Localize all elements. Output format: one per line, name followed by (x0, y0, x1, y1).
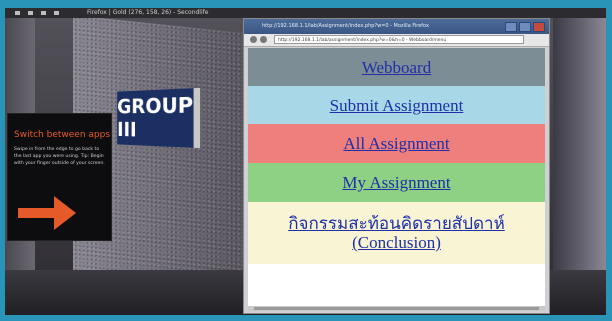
menu-item-submit-assignment[interactable]: Submit Assignment (248, 86, 545, 124)
menu-item-all-assignment[interactable]: All Assignment (248, 124, 545, 163)
back-icon[interactable] (250, 36, 257, 43)
browser-title: http://192.168.1.1/lab/Assignment/index.… (262, 23, 429, 29)
group-sign: GROUP III (117, 88, 194, 148)
forward-icon[interactable] (260, 36, 267, 43)
page-viewport: Webboard Submit Assignment All Assignmen… (248, 48, 545, 306)
menu-item-label: All Assignment (343, 134, 450, 153)
app-icon[interactable] (28, 11, 33, 15)
menu-item-label: Submit Assignment (329, 95, 464, 115)
app-icon[interactable] (41, 11, 46, 15)
close-button[interactable] (533, 22, 545, 32)
minimize-button[interactable] (505, 22, 517, 32)
browser-window: http://192.168.1.1/lab/Assignment/index.… (243, 18, 550, 314)
window-controls (505, 22, 545, 32)
menu-item-label: Webboard (361, 57, 432, 77)
taskbar: Firefox | Gold (276, 158, 26) - Secondli… (5, 8, 606, 18)
url-input[interactable]: http://192.168.1.1/lab/assignment/index.… (274, 35, 524, 44)
tip-title: Switch between apps (14, 130, 111, 140)
maximize-button[interactable] (519, 22, 531, 32)
app-icon[interactable] (15, 11, 20, 15)
scrollbar-thumb[interactable] (254, 307, 539, 310)
menu-item-label-thai: กิจกรรมสะท้อนคิดรายสัปดาห์ (288, 214, 505, 233)
browser-titlebar: http://192.168.1.1/lab/Assignment/index.… (244, 19, 549, 34)
arrow-right-icon (18, 196, 76, 230)
switch-apps-tip: Switch between apps Swipe in from the ed… (7, 113, 112, 241)
menu-item-label-conclusion: (Conclusion) (352, 233, 441, 252)
taskbar-icons (15, 11, 59, 15)
app-icon[interactable] (54, 11, 59, 15)
menu-item-webboard[interactable]: Webboard (248, 48, 545, 86)
taskbar-title: Firefox | Gold (276, 158, 26) - Secondli… (87, 9, 209, 16)
menu-item-my-assignment[interactable]: My Assignment (248, 163, 545, 202)
desktop-frame: GROUP III Firefox | Gold (276, 158, 26) … (5, 8, 606, 315)
horizontal-scrollbar[interactable] (248, 306, 545, 311)
menu-item-label: My Assignment (342, 173, 451, 192)
tip-body: Swipe in from the edge to go back to the… (14, 147, 105, 166)
menu-item-weekly-reflection[interactable]: กิจกรรมสะท้อนคิดรายสัปดาห์ (Conclusion) (248, 202, 545, 264)
address-bar: http://192.168.1.1/lab/assignment/index.… (244, 34, 549, 47)
